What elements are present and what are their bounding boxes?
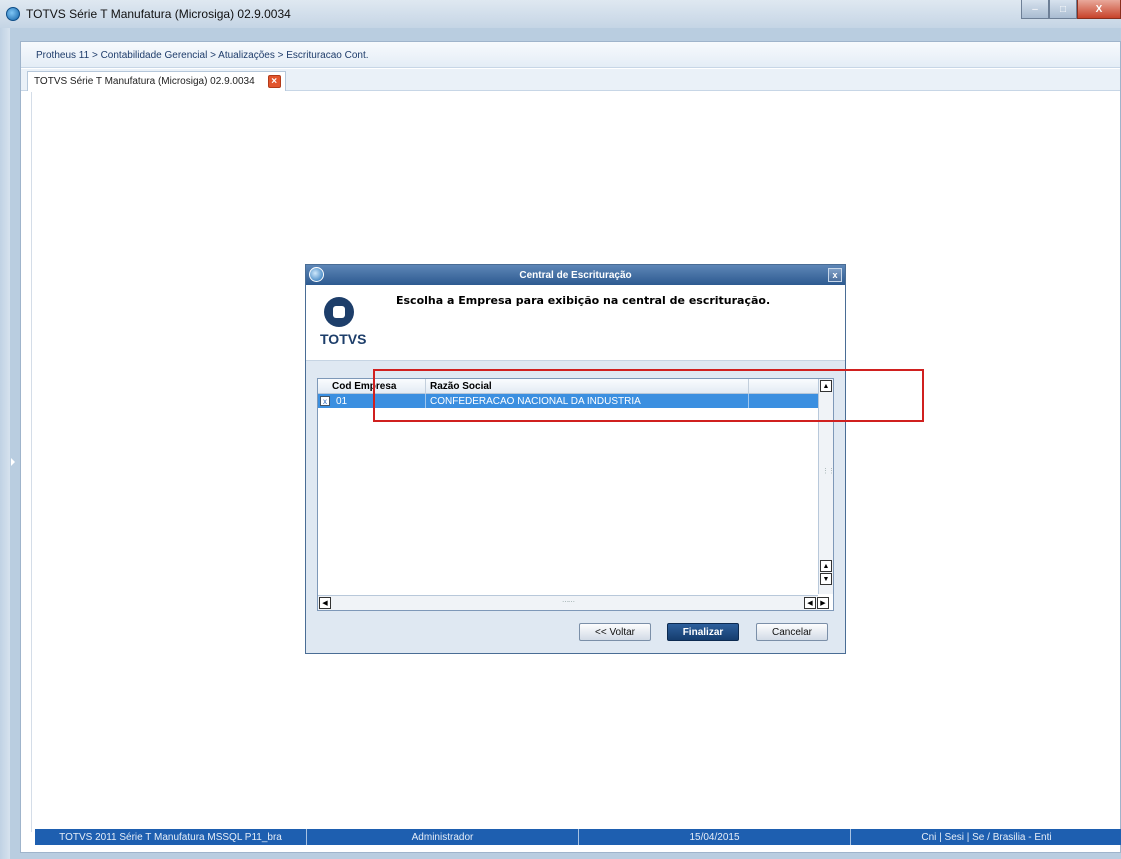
status-date: 15/04/2015	[579, 829, 851, 845]
scroll-left-icon[interactable]: ◀	[804, 597, 816, 609]
cancel-button[interactable]: Cancelar	[756, 623, 828, 641]
status-user: Administrador	[307, 829, 579, 845]
maximize-button[interactable]: □	[1049, 0, 1077, 19]
logo-mark-icon	[324, 297, 354, 327]
window-titlebar: TOTVS Série T Manufatura (Microsiga) 02.…	[0, 0, 1121, 28]
tab-bar: TOTVS Série T Manufatura (Microsiga) 02.…	[21, 69, 1120, 91]
totvs-app-icon	[309, 267, 324, 282]
horizontal-scrollbar[interactable]: ◀ ⋯⋯ ◀ ▶	[318, 595, 829, 610]
dialog-titlebar: Central de Escrituração x	[306, 265, 845, 285]
window-controls: – □ X	[1021, 0, 1121, 20]
checkbox-icon[interactable]: x	[320, 396, 330, 406]
finish-button[interactable]: Finalizar	[667, 623, 739, 641]
scroll-grip-icon: ⋯⋯	[562, 599, 575, 606]
left-panel-strip	[0, 28, 15, 859]
scroll-right-icon[interactable]: ▶	[817, 597, 829, 609]
status-product: TOTVS 2011 Série T Manufatura MSSQL P11_…	[35, 829, 307, 845]
dialog-header: TOTVS Escolha a Empresa para exibição na…	[306, 285, 845, 361]
minimize-button[interactable]: –	[1021, 0, 1049, 19]
logo-text: TOTVS	[320, 331, 367, 347]
back-button[interactable]: << Voltar	[579, 623, 651, 641]
close-icon[interactable]: ×	[267, 75, 281, 88]
scroll-down-icon[interactable]: ▼	[820, 573, 832, 585]
chevron-right-icon[interactable]	[11, 458, 16, 466]
status-company: Cni | Sesi | Se / Brasilia - Enti	[921, 831, 1052, 843]
window-title: TOTVS Série T Manufatura (Microsiga) 02.…	[26, 7, 291, 21]
scroll-up-icon[interactable]: ▲	[820, 560, 832, 572]
scroll-left-icon[interactable]: ◀	[319, 597, 331, 609]
breadcrumb: Protheus 11 > Contabilidade Gerencial > …	[36, 50, 369, 61]
escrituracao-dialog: Central de Escrituração x TOTVS Escolha …	[305, 264, 846, 654]
tab-main[interactable]: TOTVS Série T Manufatura (Microsiga) 02.…	[27, 71, 286, 91]
divider	[31, 92, 32, 832]
dialog-heading: Escolha a Empresa para exibição na centr…	[396, 294, 771, 307]
close-window-button[interactable]: X	[1077, 0, 1121, 19]
tab-label: TOTVS Série T Manufatura (Microsiga) 02.…	[34, 76, 255, 87]
totvs-app-icon	[6, 7, 20, 21]
annotation-highlight-box	[373, 369, 924, 422]
breadcrumb-bar: Protheus 11 > Contabilidade Gerencial > …	[21, 42, 1120, 68]
status-bar: TOTVS 2011 Série T Manufatura MSSQL P11_…	[35, 829, 1121, 845]
dialog-title: Central de Escrituração	[519, 269, 632, 281]
close-icon[interactable]: x	[828, 268, 842, 282]
totvs-logo: TOTVS	[320, 297, 367, 355]
scroll-grip-icon: ⋮⋮	[822, 468, 835, 475]
